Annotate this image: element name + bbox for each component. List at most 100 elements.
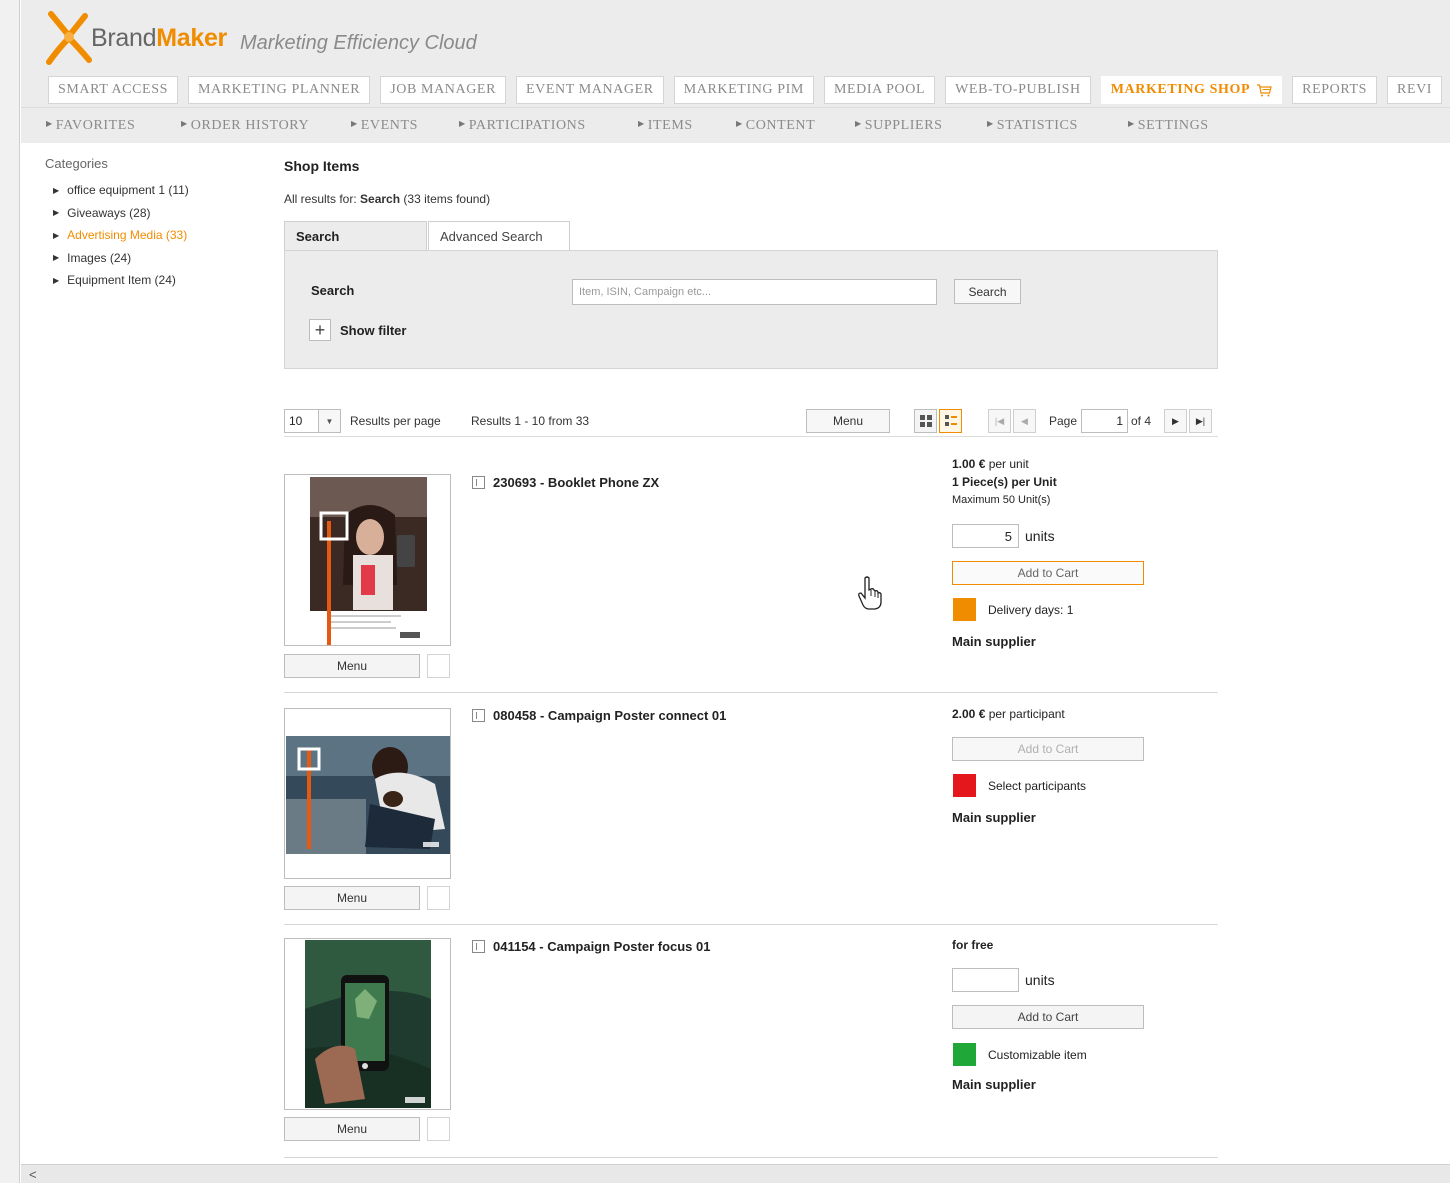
per-page-label: Results per page bbox=[350, 414, 441, 428]
page-label: Page bbox=[1049, 414, 1078, 428]
tab-web-to-publish[interactable]: WEB-TO-PUBLISH bbox=[945, 76, 1091, 104]
item-title[interactable]: 080458 - Campaign Poster connect 01 bbox=[472, 708, 726, 723]
item-menu-button[interactable]: Menu bbox=[284, 654, 420, 678]
tab-media-pool[interactable]: MEDIA POOL bbox=[823, 76, 936, 104]
tab-job-manager[interactable]: JOB MANAGER bbox=[380, 76, 507, 104]
brandmaker-logo[interactable]: BrandMaker bbox=[45, 10, 227, 66]
status-indicator bbox=[953, 598, 976, 621]
horizontal-scrollbar[interactable]: < bbox=[21, 1164, 1450, 1183]
category-item[interactable]: ▶ office equipment 1 (11) bbox=[45, 179, 275, 202]
shop-item: Menu 230693 - Booklet Phone ZX 1.00 € pe… bbox=[284, 450, 1218, 693]
search-tabs: Search Advanced Search bbox=[284, 221, 570, 251]
item-pieces-per-unit: 1 Piece(s) per Unit bbox=[952, 475, 1057, 489]
category-item-active[interactable]: ▶ Advertising Media (33) bbox=[45, 224, 275, 247]
item-title[interactable]: 041154 - Campaign Poster focus 01 bbox=[472, 939, 710, 954]
item-menu-button[interactable]: Menu bbox=[284, 886, 420, 910]
units-label: units bbox=[1025, 972, 1055, 988]
results-per-page-select[interactable]: 10 ▼ bbox=[284, 409, 341, 433]
supplier-label: Main supplier bbox=[952, 634, 1036, 649]
search-input[interactable]: Item, ISIN, Campaign etc... bbox=[572, 279, 937, 305]
chevron-down-icon: ▼ bbox=[318, 410, 340, 432]
quantity-input[interactable]: 5 bbox=[952, 524, 1019, 548]
poster-image bbox=[285, 709, 450, 878]
booklet-image bbox=[285, 475, 450, 645]
item-title[interactable]: 230693 - Booklet Phone ZX bbox=[472, 475, 659, 490]
item-select-checkbox[interactable] bbox=[427, 654, 450, 678]
supplier-label: Main supplier bbox=[952, 1077, 1036, 1092]
category-item[interactable]: ▶ Giveaways (28) bbox=[45, 202, 275, 225]
search-label: Search bbox=[311, 283, 355, 298]
status-text: Delivery days: 1 bbox=[988, 603, 1074, 617]
plus-icon: + bbox=[309, 319, 331, 341]
add-to-cart-button[interactable]: Add to Cart bbox=[952, 1005, 1144, 1029]
document-icon bbox=[472, 709, 485, 722]
category-item[interactable]: ▶ Images (24) bbox=[45, 247, 275, 270]
item-thumbnail[interactable] bbox=[284, 938, 451, 1110]
tab-search[interactable]: Search bbox=[284, 221, 427, 251]
status-indicator bbox=[953, 774, 976, 797]
item-thumbnail[interactable] bbox=[284, 474, 451, 646]
caret-right-icon: ▶ bbox=[53, 208, 60, 218]
logo-text: BrandMaker bbox=[91, 23, 227, 52]
tab-smart-access[interactable]: SMART ACCESS bbox=[48, 76, 178, 104]
page-title: Shop Items bbox=[284, 158, 360, 174]
caret-right-icon: ▶ bbox=[53, 185, 60, 195]
hand-cursor-icon bbox=[858, 576, 882, 610]
caret-right-icon: ▶ bbox=[53, 275, 60, 285]
header: BrandMaker Marketing Efficiency Cloud SM… bbox=[21, 0, 1450, 143]
supplier-label: Main supplier bbox=[952, 810, 1036, 825]
tagline: Marketing Efficiency Cloud bbox=[240, 32, 477, 54]
tab-event-manager[interactable]: EVENT MANAGER bbox=[516, 76, 664, 104]
prev-page-icon[interactable]: ◀ bbox=[1013, 409, 1036, 433]
last-page-icon[interactable]: ▶| bbox=[1189, 409, 1212, 433]
tab-review[interactable]: REVI bbox=[1387, 76, 1443, 104]
item-divider bbox=[284, 1157, 1218, 1158]
cart-icon bbox=[1257, 84, 1272, 97]
item-thumbnail[interactable] bbox=[284, 708, 451, 879]
results-summary-line: All results for: Search (33 items found) bbox=[284, 192, 491, 206]
tab-marketing-planner[interactable]: MARKETING PLANNER bbox=[187, 76, 371, 104]
item-maximum: Maximum 50 Unit(s) bbox=[952, 494, 1051, 506]
item-price: 1.00 € per unit bbox=[952, 457, 1029, 471]
item-select-checkbox[interactable] bbox=[427, 1117, 450, 1141]
tab-marketing-shop[interactable]: MARKETING SHOP bbox=[1100, 76, 1283, 104]
left-window-edge bbox=[0, 0, 20, 1183]
categories-title: Categories bbox=[45, 156, 108, 171]
show-filter-toggle[interactable]: + Show filter bbox=[309, 319, 406, 341]
main-nav: SMART ACCESS MARKETING PLANNER JOB MANAG… bbox=[48, 76, 1443, 104]
results-toolbar: 10 ▼ Results per page Results 1 - 10 fro… bbox=[284, 409, 1218, 437]
item-price: for free bbox=[952, 938, 994, 952]
quantity-input[interactable] bbox=[952, 968, 1019, 992]
document-icon bbox=[472, 940, 485, 953]
search-button[interactable]: Search bbox=[954, 279, 1021, 304]
tab-reports[interactable]: REPORTS bbox=[1292, 76, 1377, 104]
shop-item: Menu 041154 - Campaign Poster focus 01 f… bbox=[284, 925, 1218, 1158]
list-view-icon[interactable] bbox=[939, 409, 962, 433]
page-number-input[interactable]: 1 bbox=[1081, 409, 1128, 433]
toolbar-menu-button[interactable]: Menu bbox=[806, 409, 890, 433]
sub-nav: ▶ FAVORITES ▶ ORDER HISTORY ▶ EVENTS ▶ PARTI… bbox=[21, 107, 1450, 143]
poster-image bbox=[285, 939, 450, 1109]
scroll-left-icon[interactable]: < bbox=[29, 1167, 37, 1182]
item-select-checkbox[interactable] bbox=[427, 886, 450, 910]
status-indicator bbox=[953, 1043, 976, 1066]
subnav-settings[interactable]: ▶ SETTINGS bbox=[1128, 118, 1450, 134]
page-total: of 4 bbox=[1131, 414, 1152, 428]
shop-item: Menu 080458 - Campaign Poster connect 01… bbox=[284, 693, 1218, 925]
item-menu-button[interactable]: Menu bbox=[284, 1117, 420, 1141]
logo-icon bbox=[46, 11, 92, 65]
add-to-cart-button[interactable]: Add to Cart bbox=[952, 561, 1144, 585]
item-price: 2.00 € per participant bbox=[952, 707, 1065, 721]
grid-view-icon[interactable] bbox=[914, 409, 937, 433]
next-page-icon[interactable]: ▶ bbox=[1164, 409, 1187, 433]
caret-right-icon: ▶ bbox=[53, 230, 60, 240]
add-to-cart-button[interactable]: Add to Cart bbox=[952, 737, 1144, 761]
tab-advanced-search[interactable]: Advanced Search bbox=[428, 221, 570, 251]
app-window: BrandMaker Marketing Efficiency Cloud SM… bbox=[21, 0, 1450, 1183]
results-range: Results 1 - 10 from 33 bbox=[471, 414, 590, 428]
search-panel: Search Item, ISIN, Campaign etc... Searc… bbox=[284, 250, 1218, 369]
first-page-icon[interactable]: |◀ bbox=[988, 409, 1011, 433]
tab-marketing-pim[interactable]: MARKETING PIM bbox=[673, 76, 814, 104]
category-item[interactable]: ▶ Equipment Item (24) bbox=[45, 269, 275, 292]
caret-right-icon: ▶ bbox=[53, 253, 60, 263]
